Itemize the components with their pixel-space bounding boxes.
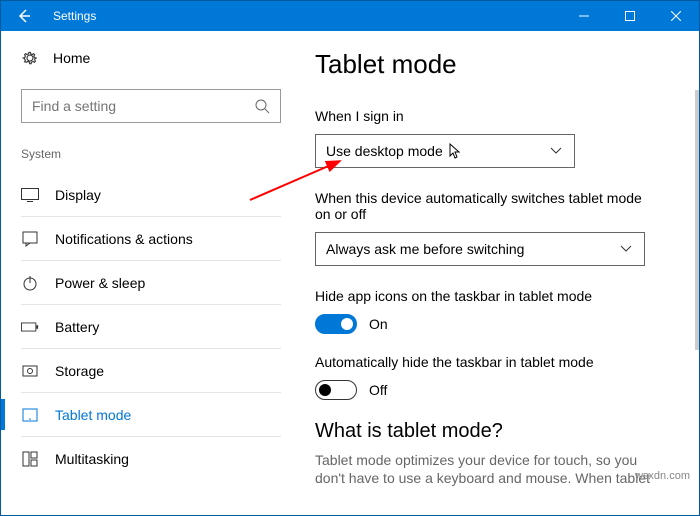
arrow-left-icon [16,8,32,24]
scrollbar[interactable] [695,90,699,350]
switch-label: When this device automatically switches … [315,190,655,222]
hide-icons-toggle[interactable] [315,314,357,334]
what-description: Tablet mode optimizes your device for to… [315,451,655,487]
storage-icon [21,363,39,379]
page-title: Tablet mode [315,49,689,80]
search-box[interactable] [21,89,281,123]
switch-select-value: Always ask me before switching [326,241,524,257]
sidebar-item-power[interactable]: Power & sleep [21,261,281,305]
main-panel: Tablet mode When I sign in Use desktop m… [301,31,699,515]
auto-hide-toggle[interactable] [315,380,357,400]
sidebar-item-multitasking[interactable]: Multitasking [21,437,281,481]
signin-select[interactable]: Use desktop mode [315,134,575,168]
maximize-icon [625,11,635,21]
home-link[interactable]: Home [21,49,281,67]
hide-icons-label: Hide app icons on the taskbar in tablet … [315,288,655,304]
multitasking-icon [21,451,39,467]
titlebar: Settings [1,1,699,31]
sidebar-item-tablet-mode[interactable]: Tablet mode [21,393,281,437]
signin-label: When I sign in [315,108,655,124]
what-heading: What is tablet mode? [315,420,689,443]
sidebar-item-storage[interactable]: Storage [21,349,281,393]
home-label: Home [53,50,90,66]
sidebar-item-notifications[interactable]: Notifications & actions [21,217,281,261]
auto-hide-value: Off [369,382,387,398]
watermark: wsxdn.com [635,470,690,482]
sidebar-item-label: Multitasking [55,451,129,467]
window-title: Settings [47,9,96,23]
auto-hide-label: Automatically hide the taskbar in tablet… [315,354,655,370]
sidebar-item-label: Battery [55,319,99,335]
maximize-button[interactable] [607,1,653,31]
sidebar: Home System Display Notifications & acti… [1,31,301,515]
close-button[interactable] [653,1,699,31]
switch-select[interactable]: Always ask me before switching [315,232,645,266]
sidebar-item-label: Power & sleep [55,275,145,291]
chevron-down-icon [550,147,562,155]
back-button[interactable] [1,1,47,31]
sidebar-item-label: Storage [55,363,104,379]
sidebar-item-label: Notifications & actions [55,231,193,247]
display-icon [21,188,39,202]
battery-icon [21,321,39,333]
sidebar-item-battery[interactable]: Battery [21,305,281,349]
gear-icon [21,49,39,67]
tablet-icon [21,407,39,423]
power-icon [21,275,39,291]
signin-select-value: Use desktop mode [326,143,443,159]
minimize-icon [579,11,589,21]
sidebar-item-label: Tablet mode [55,407,131,423]
minimize-button[interactable] [561,1,607,31]
sidebar-item-display[interactable]: Display [21,173,281,217]
chevron-down-icon [620,245,632,253]
cursor-icon [449,143,461,159]
search-icon [254,98,270,114]
search-input[interactable] [32,98,254,114]
close-icon [671,11,681,21]
notifications-icon [21,231,39,247]
section-label: System [21,147,281,161]
hide-icons-value: On [369,316,388,332]
sidebar-item-label: Display [55,187,101,203]
